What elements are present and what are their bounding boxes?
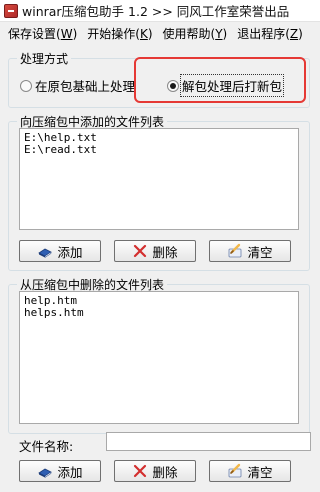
book-icon [38,248,53,258]
add-files-list[interactable]: E:\help.txt E:\read.txt [19,128,299,230]
remove-files-clear-label: 清空 [247,464,273,480]
remove-files-delete-label: 删除 [152,464,178,480]
menu-start-operation[interactable]: 开始操作(K) [87,25,152,42]
list-item[interactable]: helps.htm [24,307,294,319]
menu-bar: 保存设置(W) 开始操作(K) 使用帮助(Y) 退出程序(Z) [0,23,320,43]
book-icon [38,468,53,478]
mode-group-title: 处理方式 [17,50,72,67]
app-icon [4,3,18,18]
remove-files-add-label: 添加 [57,464,83,480]
radio-repack-label: 解包处理后打新包 [179,74,285,97]
window-title: winrar压缩包助手 1.2 >> 同风工作室荣誉出品 [22,4,290,19]
filename-input[interactable] [106,432,311,451]
add-files-add-label: 添加 [57,244,83,260]
remove-files-delete-button[interactable]: 删除 [114,460,196,482]
menu-exit[interactable]: 退出程序(Z) [237,25,303,42]
add-files-clear-label: 清空 [247,244,273,260]
remove-files-clear-button[interactable]: 清空 [209,460,291,482]
remove-files-list[interactable]: help.htm helps.htm [19,291,299,424]
menu-help[interactable]: 使用帮助(Y) [163,25,228,42]
add-files-clear-button[interactable]: 清空 [209,240,291,262]
filename-label: 文件名称: [19,439,74,454]
delete-x-icon [134,244,147,258]
radio-repack-indicator[interactable] [167,79,179,92]
radio-original-label: 在原包基础上处理 [35,79,136,94]
list-item[interactable]: E:\read.txt [24,144,294,156]
clear-icon [229,463,242,478]
radio-original-indicator[interactable] [20,79,32,92]
add-files-delete-label: 删除 [152,244,178,260]
add-files-add-button[interactable]: 添加 [19,240,101,262]
clear-icon [229,243,242,258]
remove-files-add-button[interactable]: 添加 [19,460,101,482]
title-bar: winrar压缩包助手 1.2 >> 同风工作室荣誉出品 [0,0,320,22]
radio-original[interactable]: 在原包基础上处理 [20,76,135,95]
radio-repack[interactable]: 解包处理后打新包 [167,74,285,97]
add-files-delete-button[interactable]: 删除 [114,240,196,262]
delete-x-icon [134,464,147,478]
menu-save-settings[interactable]: 保存设置(W) [8,25,77,42]
